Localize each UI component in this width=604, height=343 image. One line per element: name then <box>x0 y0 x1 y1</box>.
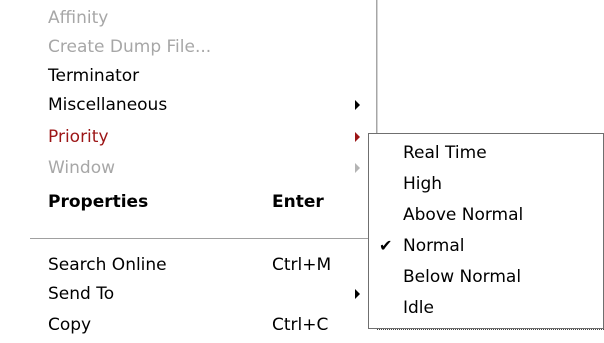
menu-item-label: Affinity <box>48 8 109 28</box>
priority-option-label: Above Normal <box>403 205 524 225</box>
menu-item-label: Properties <box>48 192 149 212</box>
menu-item-send-to[interactable]: Send To <box>0 280 376 308</box>
menu-item-shortcut: Ctrl+M <box>272 255 332 275</box>
menu-item-miscellaneous[interactable]: Miscellaneous <box>0 91 376 119</box>
priority-option-normal[interactable]: ✔ Normal <box>369 231 603 261</box>
menu-item-create-dump-file[interactable]: Create Dump File... <box>0 33 376 61</box>
menu-item-label: Window <box>48 158 116 178</box>
menu-item-window[interactable]: Window <box>0 154 376 182</box>
priority-option-label: High <box>403 174 443 194</box>
menu-item-label: Terminator <box>48 66 140 86</box>
menu-separator <box>30 238 375 239</box>
menu-item-label: Create Dump File... <box>48 37 212 57</box>
menu-item-label: Priority <box>48 127 109 147</box>
priority-option-label: Normal <box>403 236 465 256</box>
menu-item-copy[interactable]: Copy Ctrl+C <box>0 311 376 339</box>
menu-item-terminator[interactable]: Terminator <box>0 62 376 90</box>
menu-item-properties[interactable]: Properties Enter <box>0 188 376 216</box>
menu-item-label: Send To <box>48 284 115 304</box>
priority-option-label: Real Time <box>403 143 487 163</box>
context-menu: Affinity Create Dump File... Terminator … <box>0 0 376 343</box>
priority-option-label: Idle <box>403 298 434 318</box>
background-window-edge <box>377 329 604 343</box>
priority-option-idle[interactable]: Idle <box>369 293 603 323</box>
menu-item-search-online[interactable]: Search Online Ctrl+M <box>0 251 376 279</box>
submenu-arrow-icon <box>355 163 360 173</box>
menu-item-label: Search Online <box>48 255 167 275</box>
submenu-arrow-icon <box>355 132 360 142</box>
priority-option-below-normal[interactable]: Below Normal <box>369 262 603 292</box>
priority-option-label: Below Normal <box>403 267 522 287</box>
menu-item-shortcut: Ctrl+C <box>272 315 329 335</box>
submenu-arrow-icon <box>355 289 360 299</box>
priority-option-real-time[interactable]: Real Time <box>369 138 603 168</box>
priority-option-above-normal[interactable]: Above Normal <box>369 200 603 230</box>
menu-item-shortcut: Enter <box>272 192 324 212</box>
menu-item-affinity[interactable]: Affinity <box>0 4 376 32</box>
submenu-arrow-icon <box>355 100 360 110</box>
menu-item-priority[interactable]: Priority <box>0 123 376 151</box>
checkmark-icon: ✔ <box>379 236 393 255</box>
priority-submenu: Real Time High Above Normal ✔ Normal Bel… <box>368 133 604 329</box>
menu-item-label: Miscellaneous <box>48 95 168 115</box>
menu-item-label: Copy <box>48 315 92 335</box>
priority-option-high[interactable]: High <box>369 169 603 199</box>
menu-edge-shadow <box>377 0 378 135</box>
